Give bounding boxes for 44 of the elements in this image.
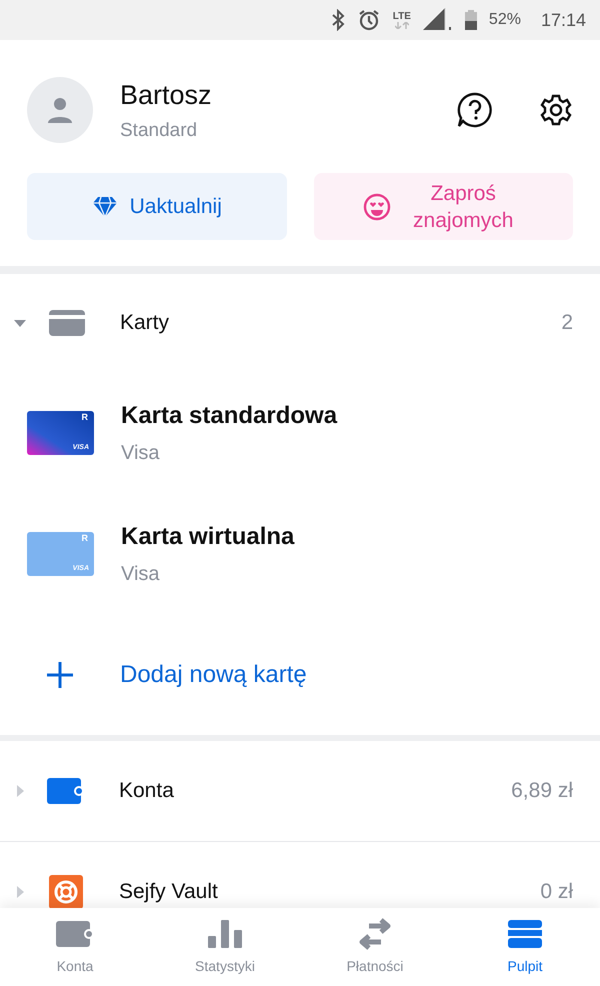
section-title: Sejfy Vault bbox=[119, 879, 219, 906]
nav-tab[interactable]: Statystyki bbox=[150, 908, 300, 986]
card-icon bbox=[49, 310, 85, 336]
network-type: LTE bbox=[392, 12, 411, 22]
bluetooth-icon bbox=[330, 9, 345, 31]
section-header[interactable]: Karty 2 bbox=[0, 274, 600, 372]
heart-eyes-smiley-icon bbox=[363, 192, 392, 220]
card-network: Visa bbox=[121, 562, 161, 586]
alarm-icon bbox=[356, 8, 381, 32]
settings-icon[interactable] bbox=[539, 93, 573, 127]
add-card-link[interactable]: Dodaj nową kartę bbox=[0, 614, 600, 735]
nav-tab[interactable]: Płatności bbox=[300, 908, 450, 986]
upgrade-button[interactable]: Uaktualnij bbox=[27, 173, 286, 240]
section-header[interactable]: Sejfy Vault 0 zł bbox=[0, 842, 600, 908]
signal-icon bbox=[422, 8, 453, 32]
battery-level: 52% bbox=[488, 10, 521, 30]
card-name: Karta standardowa bbox=[121, 400, 338, 430]
nav-tab[interactable]: Pulpit bbox=[450, 908, 600, 986]
card-network: Visa bbox=[121, 440, 161, 466]
section-title: Konta bbox=[119, 778, 175, 804]
stack-icon bbox=[508, 920, 542, 948]
bar-chart-icon bbox=[208, 920, 242, 948]
section-header[interactable]: Konta 6,89 zł bbox=[0, 741, 600, 841]
wallet-icon bbox=[56, 920, 94, 946]
person-icon bbox=[45, 95, 75, 125]
plus-icon bbox=[46, 660, 74, 688]
clock: 17:14 bbox=[540, 8, 586, 32]
card-name: Karta wirtualna bbox=[121, 522, 294, 552]
section-value: 6,89 zł bbox=[511, 778, 573, 804]
swap-arrows-icon bbox=[357, 918, 393, 950]
diamond-icon bbox=[92, 196, 118, 218]
wallet-icon bbox=[47, 778, 85, 804]
section-value: 0 zł bbox=[540, 879, 573, 906]
section-value: 2 bbox=[561, 310, 573, 336]
data-arrows-icon bbox=[394, 22, 409, 28]
card-logo: R bbox=[82, 534, 88, 542]
plan-name: Standard bbox=[120, 119, 198, 143]
invite-friends-button[interactable]: Zaproś znajomych bbox=[314, 173, 573, 240]
battery-icon bbox=[464, 10, 477, 30]
user-name: Bartosz bbox=[120, 78, 213, 112]
card-logo: R bbox=[82, 412, 88, 422]
help-icon[interactable] bbox=[457, 92, 493, 128]
section-title: Karty bbox=[120, 310, 170, 336]
nav-tab[interactable]: Konta bbox=[0, 908, 150, 986]
